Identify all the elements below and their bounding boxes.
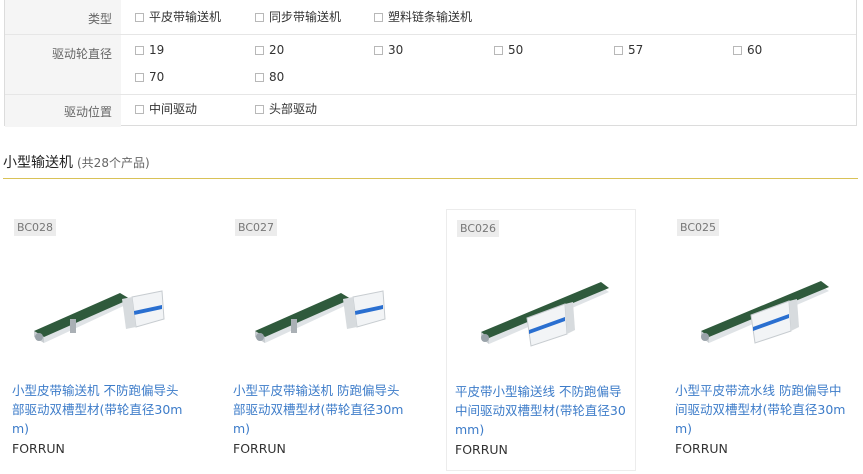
filter-option-diameter-57[interactable]: 57 — [614, 43, 643, 57]
filter-row-drive-position: 驱动位置 中间驱动 头部驱动 — [5, 94, 856, 127]
checkbox[interactable] — [733, 46, 742, 55]
product-card[interactable]: BC026 平皮带小型输送线 不防跑偏导中间驱动双槽型材(带轮直径30mm) F… — [446, 209, 636, 471]
filter-option-type-timing-belt[interactable]: 同步带输送机 — [255, 10, 341, 24]
product-image[interactable] — [469, 260, 619, 350]
filter-option-diameter-20[interactable]: 20 — [255, 43, 284, 57]
filter-row-pulley-diameter: 驱动轮直径 19 20 30 50 57 60 70 80 — [5, 34, 856, 95]
filter-option-diameter-19[interactable]: 19 — [135, 43, 164, 57]
product-title-link[interactable]: 小型平皮带流水线 防跑偏导中间驱动双槽型材(带轮直径30mm) — [675, 381, 853, 438]
checkbox[interactable] — [374, 13, 383, 22]
checkbox[interactable] — [135, 105, 144, 114]
filter-option-drive-head[interactable]: 头部驱动 — [255, 102, 317, 116]
checkbox[interactable] — [135, 73, 144, 82]
section-title-text: 小型输送机 — [3, 155, 73, 171]
filter-option-diameter-80[interactable]: 80 — [255, 70, 284, 84]
conveyor-illustration — [481, 282, 609, 347]
product-brand: FORRUN — [12, 441, 65, 456]
section-title: 小型输送机 (共28个产品) — [3, 152, 150, 172]
checkbox[interactable] — [255, 73, 264, 82]
sku-badge: BC026 — [457, 220, 500, 237]
filter-option-type-flat-belt[interactable]: 平皮带输送机 — [135, 10, 221, 24]
sku-badge: BC027 — [235, 219, 278, 236]
checkbox[interactable] — [255, 105, 264, 114]
product-card[interactable]: BC025 小型平皮带流水线 防跑偏导中间驱动双槽型材(带轮直径30mm) FO… — [667, 209, 857, 471]
product-brand: FORRUN — [455, 442, 508, 457]
filter-option-diameter-50[interactable]: 50 — [494, 43, 523, 57]
product-image[interactable] — [26, 259, 176, 349]
checkbox[interactable] — [255, 46, 264, 55]
conveyor-illustration — [255, 290, 386, 343]
checkbox[interactable] — [614, 46, 623, 55]
sku-badge: BC028 — [14, 219, 57, 236]
product-count: (共28个产品) — [77, 156, 150, 170]
checkbox[interactable] — [135, 46, 144, 55]
product-image[interactable] — [689, 259, 839, 349]
product-brand: FORRUN — [675, 441, 728, 456]
filter-option-type-plastic-chain[interactable]: 塑料链条输送机 — [374, 10, 472, 24]
filter-label-pulley-diameter: 驱动轮直径 — [5, 35, 121, 95]
checkbox[interactable] — [255, 13, 264, 22]
product-image[interactable] — [247, 259, 397, 349]
checkbox[interactable] — [494, 46, 503, 55]
sku-badge: BC025 — [677, 219, 720, 236]
conveyor-illustration — [34, 290, 165, 343]
filter-label-type: 类型 — [5, 0, 121, 34]
product-card[interactable]: BC027 小型平皮带输送机 防跑偏导头部驱动双槽型材(带轮直径30mm) FO… — [225, 209, 415, 471]
checkbox[interactable] — [135, 13, 144, 22]
conveyor-illustration — [701, 281, 829, 344]
filter-row-type: 类型 平皮带输送机 同步带输送机 塑料链条输送机 — [5, 0, 856, 34]
product-title-link[interactable]: 小型平皮带输送机 防跑偏导头部驱动双槽型材(带轮直径30mm) — [233, 381, 411, 438]
filter-label-drive-position: 驱动位置 — [5, 95, 121, 127]
product-card[interactable]: BC028 小型皮带输送机 不防跑偏导头部驱动双槽型材(带轮直径30mm) FO… — [4, 209, 194, 471]
filter-option-drive-center[interactable]: 中间驱动 — [135, 102, 197, 116]
product-brand: FORRUN — [233, 441, 286, 456]
filter-panel: 类型 平皮带输送机 同步带输送机 塑料链条输送机 驱动轮直径 19 20 30 … — [4, 0, 857, 127]
checkbox[interactable] — [374, 46, 383, 55]
product-title-link[interactable]: 小型皮带输送机 不防跑偏导头部驱动双槽型材(带轮直径30mm) — [12, 381, 190, 438]
product-title-link[interactable]: 平皮带小型输送线 不防跑偏导中间驱动双槽型材(带轮直径30mm) — [455, 382, 633, 439]
filter-option-diameter-70[interactable]: 70 — [135, 70, 164, 84]
section-divider — [3, 178, 858, 179]
filter-option-diameter-30[interactable]: 30 — [374, 43, 403, 57]
filter-option-diameter-60[interactable]: 60 — [733, 43, 762, 57]
